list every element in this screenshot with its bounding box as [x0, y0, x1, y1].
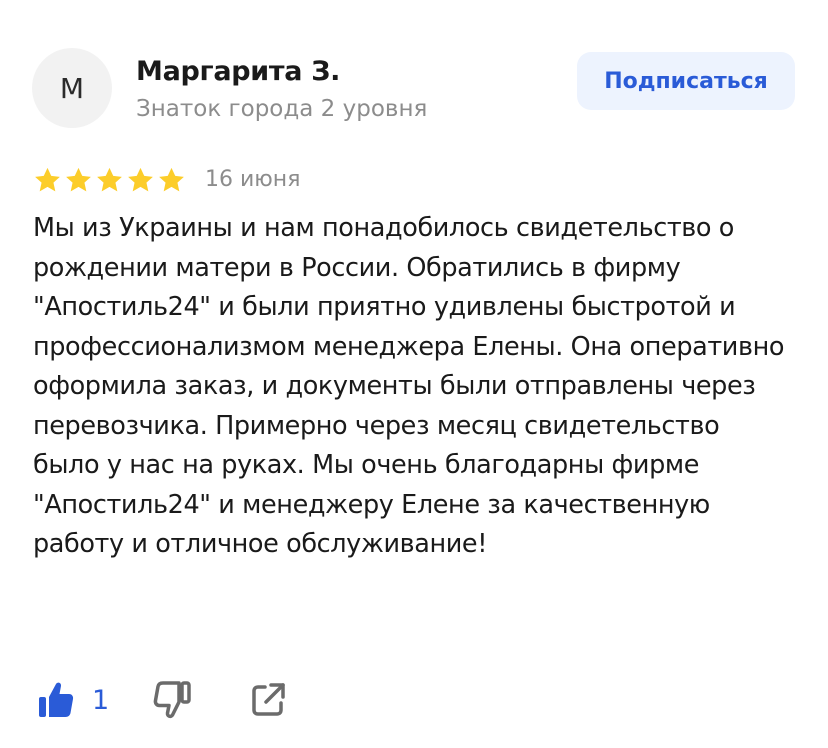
thumbs-up-icon — [39, 682, 74, 717]
review-date: 16 июня — [205, 167, 301, 192]
avatar-letter: М — [59, 71, 85, 105]
author-level: Знаток города 2 уровня — [136, 96, 428, 122]
star-icon — [35, 167, 60, 192]
star-icon — [97, 167, 122, 192]
star-icon — [128, 167, 153, 192]
share-button[interactable] — [248, 680, 288, 720]
star-icon — [159, 167, 184, 192]
star-icon — [66, 167, 91, 192]
like-count: 1 — [92, 684, 110, 716]
share-icon — [252, 683, 285, 716]
thumbs-down-icon — [153, 681, 191, 719]
dislike-button[interactable] — [152, 680, 192, 720]
review-card: М Маргарита З. Знаток города 2 уровня По… — [0, 0, 828, 748]
avatar[interactable]: М — [32, 48, 112, 128]
rating-stars — [33, 166, 186, 194]
author-name[interactable]: Маргарита З. — [136, 56, 340, 87]
subscribe-button[interactable]: Подписаться — [577, 52, 795, 110]
like-button[interactable]: 1 — [36, 680, 109, 720]
review-text: Мы из Украины и нам понадобилось свидете… — [33, 213, 785, 559]
